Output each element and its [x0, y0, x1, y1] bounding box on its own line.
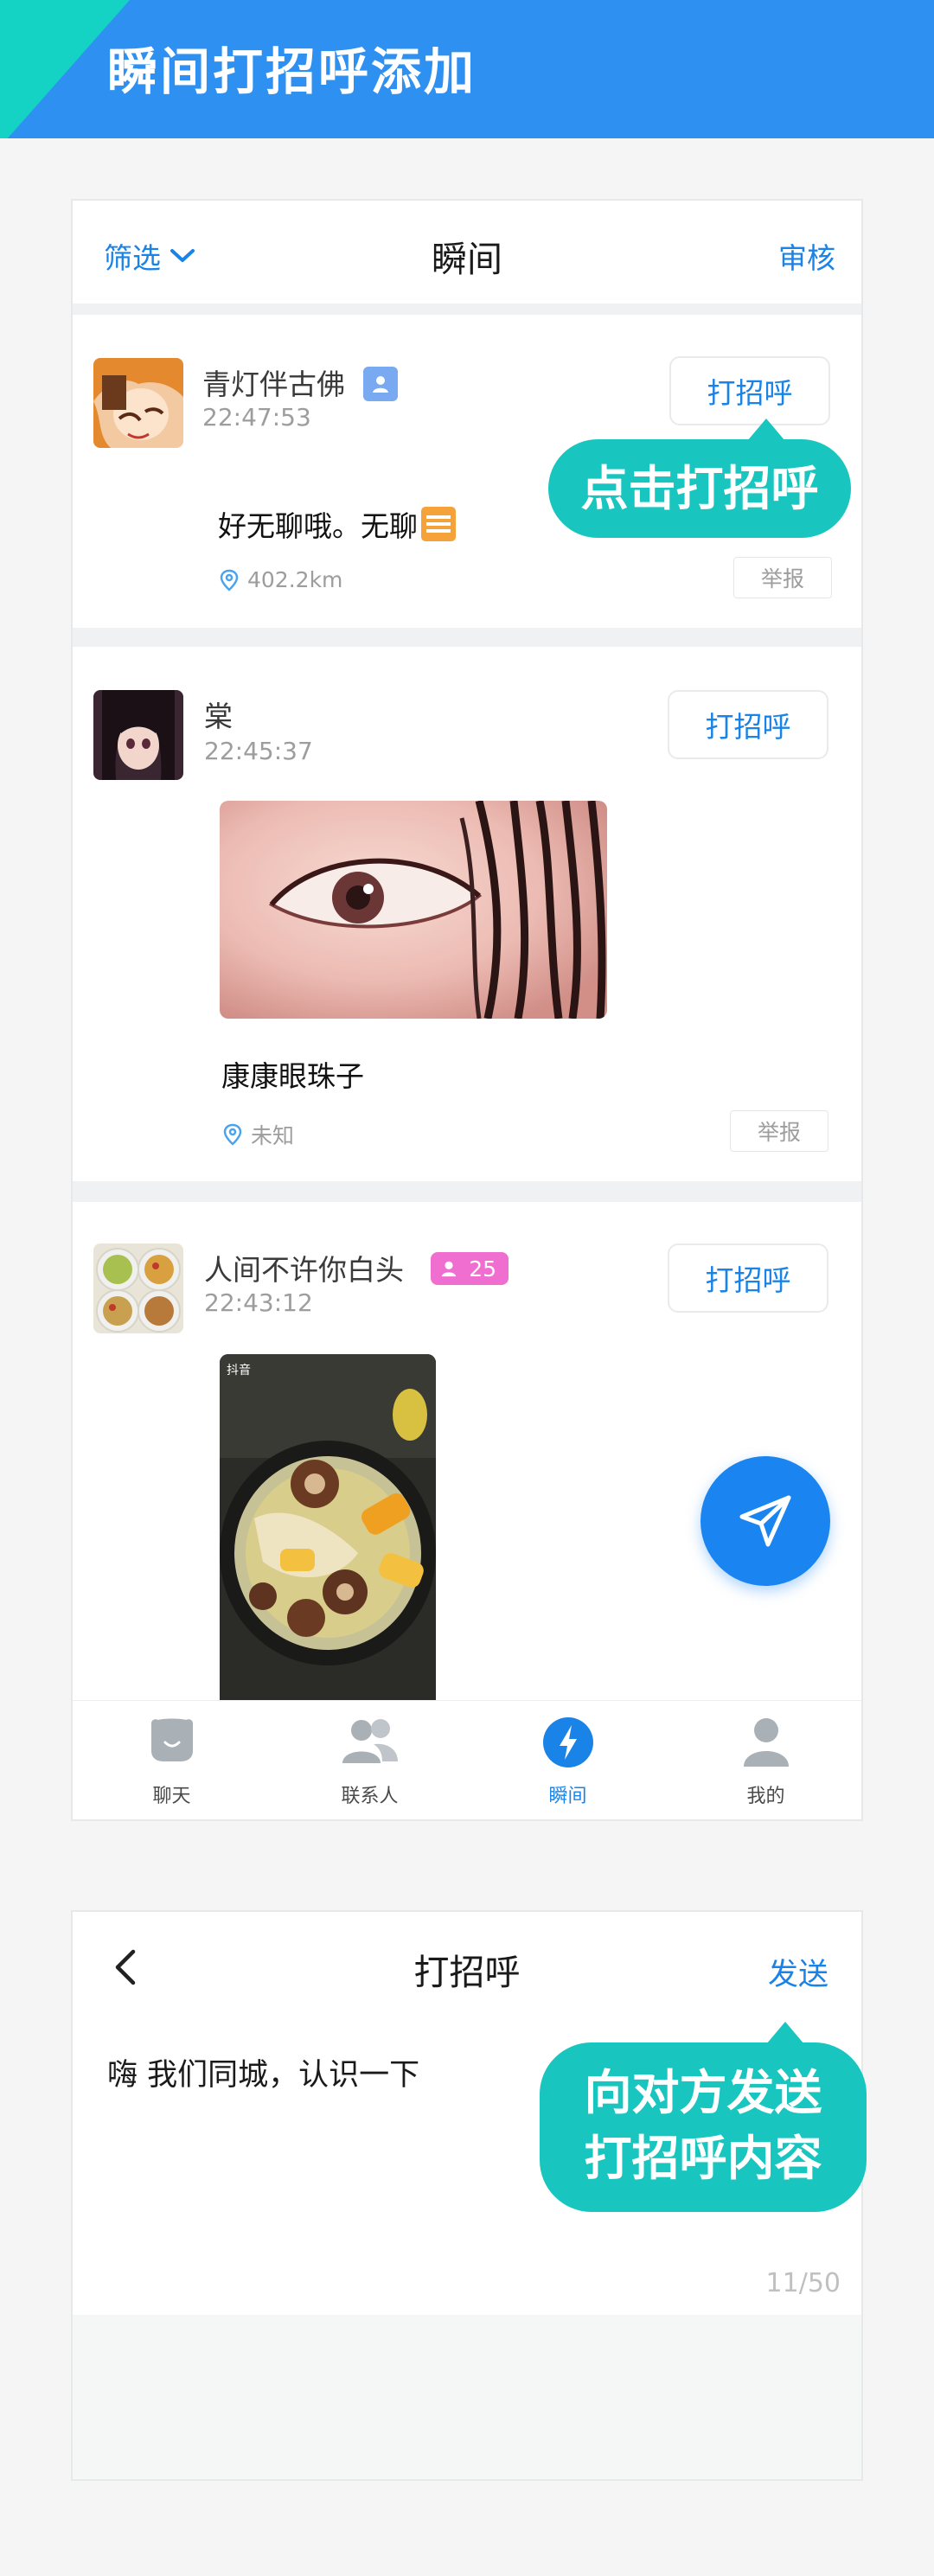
- avatar[interactable]: [93, 690, 183, 780]
- nav-item-me[interactable]: 我的: [667, 1701, 861, 1819]
- username: 棠: [204, 700, 233, 733]
- gender-age-badge: 25: [431, 1252, 509, 1285]
- send-button[interactable]: 发送: [768, 1950, 828, 1994]
- username: 青灯伴古佛: [202, 368, 345, 401]
- location: 402.2km: [220, 567, 342, 592]
- callout-line: 打招呼内容: [584, 2131, 822, 2186]
- avatar[interactable]: [93, 358, 183, 448]
- banner-title: 瞬间打招呼添加: [107, 42, 477, 101]
- location: 未知: [223, 1119, 294, 1150]
- post-moment-button[interactable]: [700, 1456, 830, 1586]
- location-text: 未知: [251, 1123, 295, 1148]
- contacts-icon: [342, 1719, 398, 1763]
- post-video-thumbnail[interactable]: 抖音: [220, 1354, 436, 1700]
- nav-label: 我的: [746, 1786, 785, 1807]
- greeting-message-input[interactable]: 嗨 我们同城，认识一下: [107, 2050, 419, 2094]
- callout-tail: [766, 2022, 804, 2044]
- bottom-nav: 聊天 联系人 瞬间 我的: [73, 1700, 861, 1819]
- lightning-icon: [542, 1717, 593, 1767]
- moments-title: 瞬间: [432, 239, 502, 280]
- avatar[interactable]: [93, 1243, 183, 1333]
- tip-callout-greet: 点击打招呼: [548, 439, 851, 538]
- send-plane-icon: [739, 1495, 791, 1547]
- report-button[interactable]: 举报: [733, 557, 832, 598]
- nav-label: 瞬间: [548, 1786, 587, 1807]
- username: 人间不许你白头: [204, 1253, 404, 1287]
- audit-button[interactable]: 审核: [778, 235, 835, 277]
- moments-header: 筛选 瞬间 审核: [73, 201, 861, 304]
- age-text: 25: [469, 1256, 496, 1282]
- post-time: 22:45:37: [204, 737, 313, 765]
- post-image[interactable]: [220, 801, 607, 1019]
- divider: [73, 1181, 861, 1202]
- compose-footer-area: [73, 2315, 861, 2479]
- emoji-icon: [421, 507, 456, 541]
- verified-user-badge-icon: [363, 367, 398, 401]
- page-root: 瞬间打招呼添加 筛选 瞬间 审核 青灯伴古佛 22:47:53 打招呼 好无聊哦…: [0, 0, 934, 2576]
- nav-item-contacts[interactable]: 联系人: [271, 1701, 469, 1819]
- divider: [73, 628, 861, 647]
- post-time: 22:47:53: [202, 403, 311, 431]
- person-icon: [743, 1718, 789, 1767]
- greet-button[interactable]: 打招呼: [669, 356, 830, 425]
- tip-callout-send: 向对方发送 打招呼内容: [540, 2042, 867, 2212]
- user-icon: [441, 1261, 457, 1277]
- callout-tail: [747, 419, 785, 441]
- compose-title: 打招呼: [413, 1952, 521, 1993]
- top-banner: 瞬间打招呼添加: [0, 0, 934, 138]
- post-text: 好无聊哦。无聊: [218, 503, 456, 545]
- location-pin-icon: [220, 569, 239, 591]
- post-text-content: 好无聊哦。无聊: [218, 509, 418, 543]
- location-text: 402.2km: [247, 567, 343, 592]
- report-button[interactable]: 举报: [730, 1110, 828, 1152]
- callout-line: 向对方发送: [584, 2065, 822, 2120]
- post-text: 康康眼珠子: [221, 1059, 364, 1093]
- char-counter: 11/50: [765, 2268, 841, 2298]
- nav-item-chat[interactable]: 聊天: [73, 1701, 271, 1819]
- greet-button[interactable]: 打招呼: [668, 690, 828, 759]
- nav-label: 联系人: [341, 1786, 399, 1807]
- greet-button[interactable]: 打招呼: [668, 1243, 828, 1313]
- nav-label: 聊天: [152, 1786, 191, 1807]
- chat-bubble-icon: [150, 1718, 193, 1761]
- location-pin-icon: [223, 1123, 242, 1146]
- divider: [73, 304, 861, 315]
- nav-item-moments[interactable]: 瞬间: [469, 1701, 667, 1819]
- post-time: 22:43:12: [204, 1288, 313, 1317]
- video-watermark: 抖音: [227, 1364, 251, 1377]
